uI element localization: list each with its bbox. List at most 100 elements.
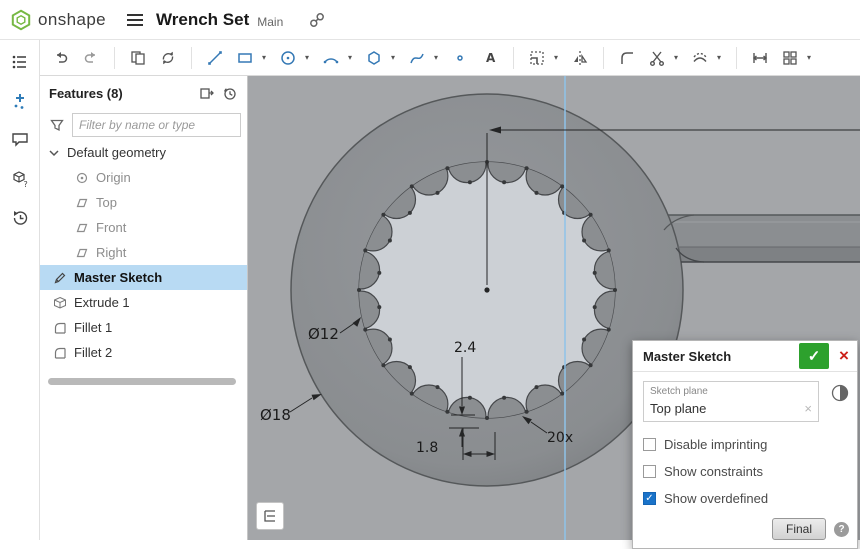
logo-icon[interactable] <box>10 9 32 31</box>
tree-item-label: Right <box>96 245 126 260</box>
line-tool-button[interactable] <box>202 45 228 71</box>
filter-icon[interactable] <box>49 117 65 133</box>
spline-tool-caret[interactable] <box>434 54 443 62</box>
polygon-tool-button[interactable] <box>361 45 387 71</box>
feature-list-toggle-button[interactable] <box>256 502 284 530</box>
final-button[interactable]: Final <box>772 518 826 540</box>
checkbox-checked-icon[interactable] <box>643 492 656 505</box>
tree-item-label: Front <box>96 220 126 235</box>
text-tool-button[interactable]: A <box>477 45 503 71</box>
toolbar-separator <box>603 47 604 69</box>
rectangle-tool-caret[interactable] <box>262 54 271 62</box>
point-tool-button[interactable] <box>447 45 473 71</box>
horizontal-scrollbar[interactable] <box>48 378 236 385</box>
sketch-plane-group: Sketch plane Top plane <box>643 381 819 422</box>
dialog-title: Master Sketch <box>633 341 797 371</box>
tree-group-default-geometry[interactable]: Default geometry <box>40 140 247 165</box>
sync-button[interactable] <box>155 45 181 71</box>
use-tool-button[interactable] <box>524 45 550 71</box>
feature-list-icon[interactable] <box>8 50 32 74</box>
insert-item-icon[interactable] <box>8 89 32 113</box>
arc-tool-caret[interactable] <box>348 54 357 62</box>
offset-tool-caret[interactable] <box>717 54 726 62</box>
rollback-icon[interactable] <box>222 85 238 101</box>
dimension-tooth-depth[interactable]: 2.4 <box>454 340 476 356</box>
history-icon[interactable] <box>8 206 32 230</box>
svg-text:?: ? <box>23 180 27 189</box>
help-icon[interactable]: ? <box>834 522 849 537</box>
dimension-inner-diameter[interactable]: Ø12 <box>308 325 339 343</box>
chevron-down-icon[interactable] <box>48 147 60 159</box>
comment-icon[interactable] <box>8 128 32 152</box>
checkbox-disable-imprinting[interactable]: Disable imprinting <box>643 431 847 458</box>
plane-icon <box>75 196 89 210</box>
checkbox-show-constraints[interactable]: Show constraints <box>643 458 847 485</box>
plane-swap-icon[interactable] <box>831 384 849 407</box>
checkbox-label: Show constraints <box>664 464 763 479</box>
cancel-icon[interactable] <box>831 341 857 371</box>
sketch-plane-field[interactable]: Top plane <box>650 397 812 419</box>
features-panel-header: Features (8) <box>40 76 247 110</box>
pattern-tool-button[interactable] <box>777 45 803 71</box>
sketch-icon <box>53 271 67 285</box>
extrude-icon <box>53 296 67 310</box>
fillet-tool-button[interactable] <box>614 45 640 71</box>
dimension-count[interactable]: 20x <box>547 430 573 446</box>
checkbox-show-overdefined[interactable]: Show overdefined <box>643 485 847 512</box>
tree-item-front[interactable]: Front <box>40 215 247 240</box>
rectangle-tool-button[interactable] <box>232 45 258 71</box>
toolbar-separator <box>513 47 514 69</box>
tree-item-master-sketch[interactable]: Master Sketch <box>40 265 247 290</box>
tree-item-label: Extrude 1 <box>74 295 130 310</box>
share-link-icon[interactable] <box>309 12 325 28</box>
dimension-tooth-width[interactable]: 1.8 <box>416 440 438 456</box>
pattern-tool-caret[interactable] <box>807 54 816 62</box>
app-header: onshape Wrench Set Main <box>0 0 860 40</box>
checkbox-label: Disable imprinting <box>664 437 767 452</box>
use-tool-caret[interactable] <box>554 54 563 62</box>
dialog-checkboxes: Disable imprinting Show constraints Show… <box>643 431 847 512</box>
circle-tool-caret[interactable] <box>305 54 314 62</box>
confirm-icon[interactable] <box>799 343 829 369</box>
tree-item-label: Origin <box>96 170 131 185</box>
undo-button[interactable] <box>48 45 74 71</box>
checkbox-icon[interactable] <box>643 465 656 478</box>
arc-tool-button[interactable] <box>318 45 344 71</box>
trim-tool-caret[interactable] <box>674 54 683 62</box>
filter-input[interactable] <box>72 113 241 137</box>
mirror-tool-button[interactable] <box>567 45 593 71</box>
checkbox-label: Show overdefined <box>664 491 768 506</box>
plane-icon <box>75 246 89 260</box>
checkbox-icon[interactable] <box>643 438 656 451</box>
toolbar-separator <box>114 47 115 69</box>
copy-button[interactable] <box>125 45 151 71</box>
circle-tool-button[interactable] <box>275 45 301 71</box>
polygon-tool-caret[interactable] <box>391 54 400 62</box>
sketch-plane-value: Top plane <box>650 401 706 416</box>
spline-tool-button[interactable] <box>404 45 430 71</box>
measure-tool-button[interactable] <box>747 45 773 71</box>
center-point <box>484 287 489 292</box>
redo-button[interactable] <box>78 45 104 71</box>
offset-tool-button[interactable] <box>687 45 713 71</box>
toolbar-separator <box>191 47 192 69</box>
tree-item-right[interactable]: Right <box>40 240 247 265</box>
tree-item-label: Top <box>96 195 117 210</box>
workspace-name[interactable]: Main <box>257 15 283 29</box>
clear-field-icon[interactable] <box>804 401 812 416</box>
dimension-outer-diameter[interactable]: Ø18 <box>260 406 291 424</box>
tree-item-top[interactable]: Top <box>40 190 247 215</box>
help-cube-icon[interactable]: ? <box>8 167 32 191</box>
plane-icon <box>75 221 89 235</box>
tree-item-origin[interactable]: Origin <box>40 165 247 190</box>
tree-item-extrude-1[interactable]: Extrude 1 <box>40 290 247 315</box>
logo-text[interactable]: onshape <box>38 10 106 30</box>
filter-row <box>40 110 247 140</box>
trim-tool-button[interactable] <box>644 45 670 71</box>
tree-item-fillet-1[interactable]: Fillet 1 <box>40 315 247 340</box>
insert-after-icon[interactable] <box>199 85 215 101</box>
dialog-body: Sketch plane Top plane Disable imprintin… <box>633 372 857 514</box>
tree-item-label: Master Sketch <box>74 270 162 285</box>
tree-item-fillet-2[interactable]: Fillet 2 <box>40 340 247 365</box>
menu-icon[interactable] <box>126 13 144 27</box>
